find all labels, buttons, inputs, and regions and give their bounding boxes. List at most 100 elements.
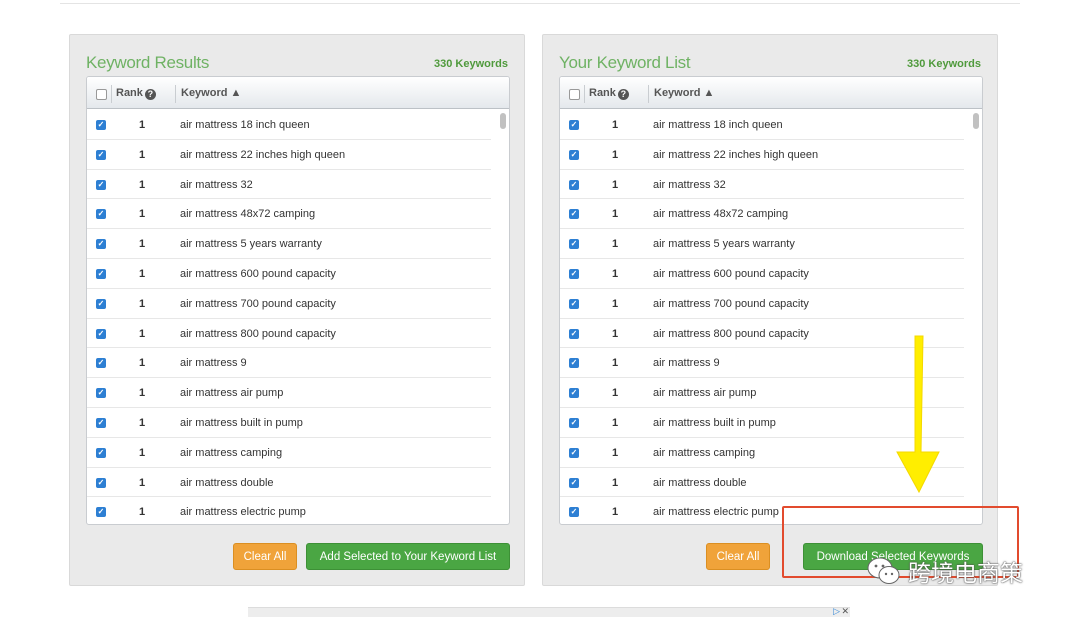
keyword-cell: air mattress 22 inches high queen: [653, 148, 819, 161]
table-row[interactable]: ✓ 1 air mattress 48x72 camping: [560, 199, 964, 230]
row-checkbox[interactable]: ✓: [96, 239, 106, 250]
row-checkbox[interactable]: ✓: [569, 477, 579, 488]
scrollbar-thumb[interactable]: [973, 113, 979, 129]
rank-column-header[interactable]: Rank?: [589, 87, 629, 100]
table-header: Rank? Keyword ▲: [560, 77, 982, 109]
keyword-column-header[interactable]: Keyword ▲: [181, 87, 241, 99]
row-checkbox[interactable]: ✓: [569, 239, 579, 250]
ad-banner[interactable]: ▷ ✕: [248, 606, 850, 617]
keyword-cell: air mattress double: [653, 476, 747, 489]
keyword-cell: air mattress 600 pound capacity: [180, 267, 336, 280]
header-divider: [111, 85, 112, 103]
clear-all-button[interactable]: Clear All: [706, 543, 770, 570]
rank-cell: 1: [139, 178, 146, 191]
adchoices-icon[interactable]: ▷: [833, 606, 840, 617]
table-row[interactable]: ✓ 1 air mattress 18 inch queen: [560, 110, 964, 140]
table-row[interactable]: ✓ 1 air mattress 32: [87, 170, 491, 200]
rank-cell: 1: [139, 119, 146, 131]
table-header: Rank? Keyword ▲: [87, 77, 509, 109]
row-checkbox[interactable]: ✓: [569, 298, 579, 309]
table-row[interactable]: ✓ 1 air mattress 22 inches high queen: [560, 140, 964, 170]
row-checkbox[interactable]: ✓: [569, 120, 579, 130]
row-checkbox[interactable]: ✓: [96, 268, 106, 279]
row-checkbox[interactable]: ✓: [569, 388, 579, 399]
scrollbar-thumb[interactable]: [500, 113, 506, 129]
table-row[interactable]: ✓ 1 air mattress built in pump: [87, 408, 491, 438]
rank-cell: 1: [612, 178, 619, 191]
row-checkbox[interactable]: ✓: [569, 268, 579, 279]
row-checkbox[interactable]: ✓: [96, 447, 106, 458]
panel-title: Your Keyword List: [559, 53, 691, 72]
add-selected-button[interactable]: Add Selected to Your Keyword List: [306, 543, 510, 570]
rank-column-header[interactable]: Rank?: [116, 87, 156, 100]
table-row[interactable]: ✓ 1 air mattress 32: [560, 170, 964, 200]
row-checkbox[interactable]: ✓: [96, 328, 106, 339]
table-row[interactable]: ✓ 1 air mattress 700 pound capacity: [560, 289, 964, 319]
row-checkbox[interactable]: ✓: [569, 417, 579, 428]
table-row[interactable]: ✓ 1 air mattress 48x72 camping: [87, 199, 491, 230]
keyword-cell: air mattress 22 inches high queen: [180, 148, 346, 161]
table-row[interactable]: ✓ 1 air mattress 9: [87, 348, 491, 379]
keyword-cell: air mattress 18 inch queen: [653, 119, 783, 131]
rank-cell: 1: [612, 416, 619, 429]
row-checkbox[interactable]: ✓: [96, 358, 106, 369]
table-row[interactable]: ✓ 1 air mattress electric pump: [87, 497, 491, 524]
rank-cell: 1: [612, 208, 619, 221]
scrollbar[interactable]: [500, 113, 506, 521]
yellow-arrow-annotation: [896, 335, 940, 494]
rank-cell: 1: [612, 476, 619, 489]
row-checkbox[interactable]: ✓: [569, 179, 579, 190]
row-checkbox[interactable]: ✓: [96, 298, 106, 309]
rank-cell: 1: [612, 238, 619, 251]
keyword-cell: air mattress 32: [653, 178, 726, 191]
keyword-cell: air mattress 9: [653, 357, 720, 370]
table-row[interactable]: ✓ 1 air mattress 700 pound capacity: [87, 289, 491, 319]
row-checkbox[interactable]: ✓: [96, 149, 106, 160]
row-checkbox[interactable]: ✓: [569, 358, 579, 369]
table-row[interactable]: ✓ 1 air mattress 600 pound capacity: [87, 259, 491, 289]
keyword-cell: air mattress 800 pound capacity: [180, 327, 336, 340]
row-checkbox[interactable]: ✓: [96, 477, 106, 488]
rank-cell: 1: [139, 148, 146, 161]
table-row[interactable]: ✓ 1 air mattress 5 years warranty: [560, 229, 964, 259]
table-row[interactable]: ✓ 1 air mattress 5 years warranty: [87, 229, 491, 259]
keyword-cell: air mattress 800 pound capacity: [653, 327, 809, 340]
help-icon[interactable]: ?: [144, 89, 156, 100]
row-checkbox[interactable]: ✓: [569, 209, 579, 220]
help-icon[interactable]: ?: [617, 89, 629, 100]
keyword-column-header[interactable]: Keyword ▲: [654, 87, 714, 99]
rank-cell: 1: [139, 297, 146, 310]
table-row[interactable]: ✓ 1 air mattress 600 pound capacity: [560, 259, 964, 289]
keyword-cell: air mattress air pump: [180, 387, 284, 400]
top-divider: [60, 0, 1020, 4]
row-checkbox[interactable]: ✓: [569, 507, 579, 518]
row-checkbox[interactable]: ✓: [569, 328, 579, 339]
row-checkbox[interactable]: ✓: [569, 447, 579, 458]
panel-title: Keyword Results: [86, 53, 210, 72]
select-all-checkbox[interactable]: [569, 89, 580, 100]
table-row[interactable]: ✓ 1 air mattress 18 inch queen: [87, 110, 491, 140]
rank-cell: 1: [139, 476, 146, 489]
row-checkbox[interactable]: ✓: [96, 388, 106, 399]
keyword-cell: air mattress electric pump: [180, 506, 306, 519]
header-divider: [175, 85, 176, 103]
rank-cell: 1: [139, 267, 146, 280]
close-icon[interactable]: ✕: [841, 606, 849, 617]
row-checkbox[interactable]: ✓: [96, 417, 106, 428]
table-row[interactable]: ✓ 1 air mattress double: [87, 468, 491, 498]
table-row[interactable]: ✓ 1 air mattress 800 pound capacity: [87, 319, 491, 349]
row-checkbox[interactable]: ✓: [96, 179, 106, 190]
select-all-checkbox[interactable]: [96, 89, 107, 100]
scrollbar[interactable]: [973, 113, 979, 521]
row-checkbox[interactable]: ✓: [96, 507, 106, 518]
header-divider: [584, 85, 585, 103]
table-row[interactable]: ✓ 1 air mattress air pump: [87, 378, 491, 408]
row-checkbox[interactable]: ✓: [96, 209, 106, 220]
row-checkbox[interactable]: ✓: [569, 149, 579, 160]
table-row[interactable]: ✓ 1 air mattress camping: [87, 438, 491, 468]
rank-cell: 1: [139, 327, 146, 340]
rank-cell: 1: [139, 446, 146, 459]
table-row[interactable]: ✓ 1 air mattress 22 inches high queen: [87, 140, 491, 170]
clear-all-button[interactable]: Clear All: [233, 543, 297, 570]
row-checkbox[interactable]: ✓: [96, 120, 106, 130]
